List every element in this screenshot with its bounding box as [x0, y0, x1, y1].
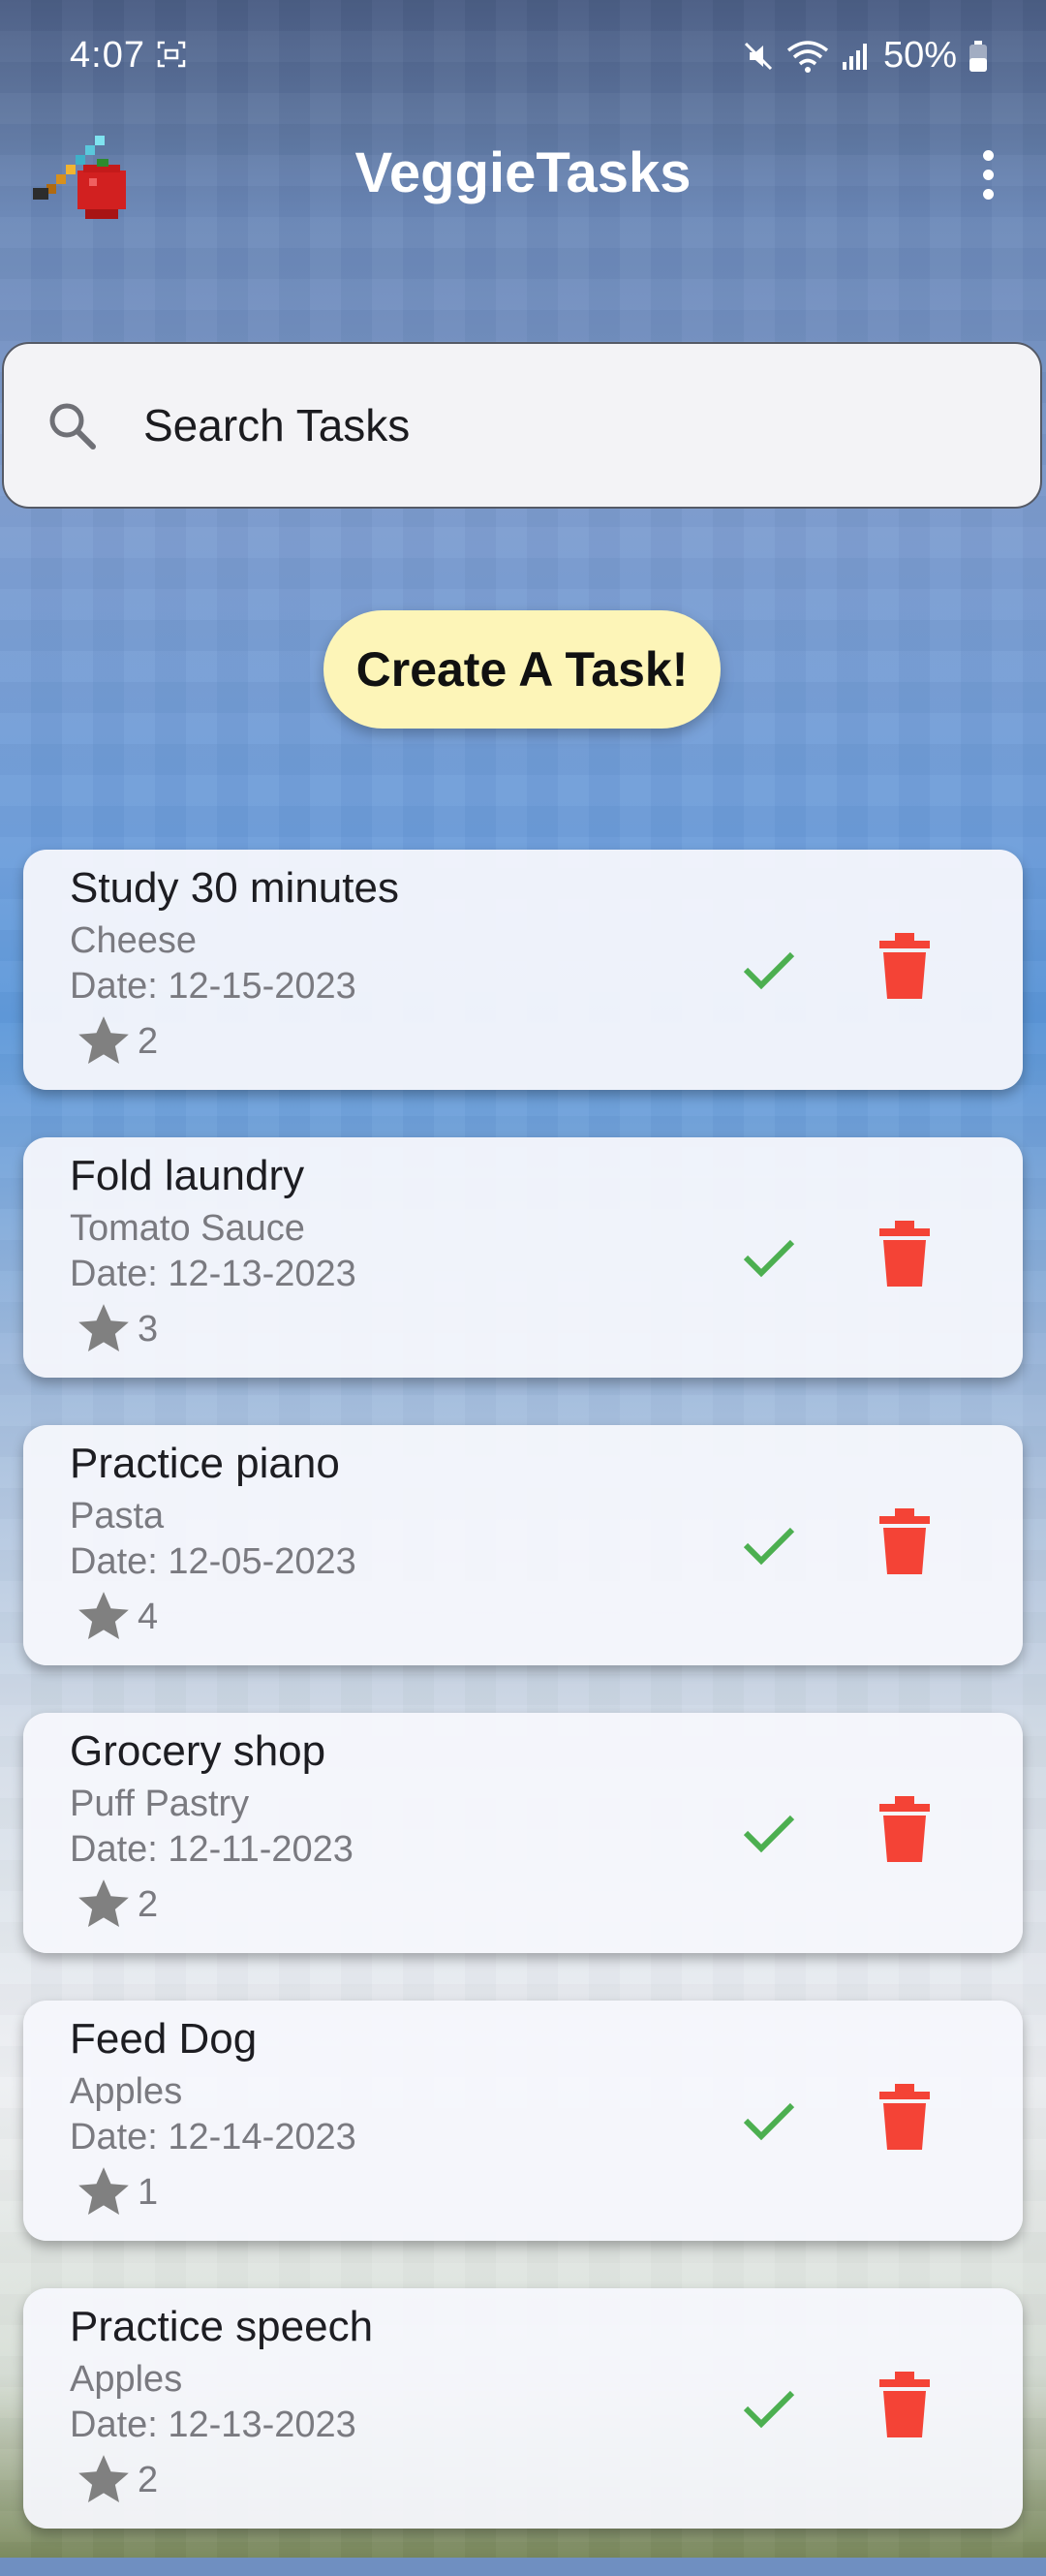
app-title: VeggieTasks — [354, 141, 692, 204]
battery-percent: 50% — [882, 35, 957, 76]
priority-value: 2 — [138, 1883, 159, 1925]
more-options-button[interactable] — [969, 140, 1007, 208]
battery-icon — [969, 40, 987, 72]
task-ingredient: Apples — [70, 2071, 183, 2112]
task-date: Date: 12-14-2023 — [70, 2117, 356, 2157]
wifi-icon — [786, 40, 829, 73]
complete-check-icon[interactable] — [734, 935, 802, 1003]
priority-value: 2 — [138, 1020, 159, 1062]
task-card[interactable]: Practice piano Pasta Date: 12-05-2023 4 — [23, 1425, 1023, 1665]
task-priority: 2 — [74, 2451, 158, 2509]
more-vert-icon — [982, 149, 994, 161]
task-date: Date: 12-05-2023 — [70, 1541, 356, 1582]
star-icon — [78, 1592, 129, 1639]
star-icon — [78, 2167, 129, 2215]
star-icon — [78, 2455, 129, 2502]
search-bar[interactable] — [2, 342, 1042, 509]
priority-value: 4 — [138, 1596, 159, 1637]
complete-check-icon[interactable] — [734, 2086, 802, 2154]
task-card[interactable]: Feed Dog Apples Date: 12-14-2023 1 — [23, 2001, 1023, 2241]
delete-trash-icon[interactable] — [879, 2372, 930, 2437]
task-priority: 1 — [74, 2163, 158, 2221]
create-task-button[interactable]: Create A Task! — [323, 610, 721, 729]
task-title: Grocery shop — [70, 1727, 326, 1775]
status-bar: 4:07 50% — [0, 0, 1046, 92]
task-ingredient: Cheese — [70, 920, 197, 961]
task-date: Date: 12-13-2023 — [70, 2405, 356, 2445]
star-icon — [78, 1304, 129, 1351]
task-list: Study 30 minutes Cheese Date: 12-15-2023… — [23, 850, 1023, 2576]
mute-icon — [744, 42, 772, 70]
task-title: Study 30 minutes — [70, 864, 399, 912]
star-icon — [78, 1879, 129, 1927]
task-priority: 3 — [74, 1300, 158, 1358]
delete-trash-icon[interactable] — [879, 1508, 930, 1574]
task-ingredient: Tomato Sauce — [70, 1208, 305, 1249]
task-title: Practice piano — [70, 1440, 340, 1487]
task-card[interactable]: Grocery shop Puff Pastry Date: 12-11-202… — [23, 1713, 1023, 1953]
task-title: Feed Dog — [70, 2015, 258, 2063]
status-icons: 50% — [742, 35, 988, 77]
delete-trash-icon[interactable] — [879, 1221, 930, 1287]
star-icon — [78, 1016, 129, 1064]
delete-trash-icon[interactable] — [879, 933, 930, 999]
status-time: 4:07 — [70, 35, 145, 76]
complete-check-icon[interactable] — [734, 1510, 802, 1578]
task-ingredient: Apples — [70, 2359, 183, 2400]
search-icon — [49, 403, 96, 450]
task-card[interactable]: Practice speech Apples Date: 12-13-2023 … — [23, 2288, 1023, 2529]
task-ingredient: Pasta — [70, 1496, 165, 1536]
task-priority: 2 — [74, 1012, 158, 1071]
screen-record-icon — [157, 41, 186, 68]
complete-check-icon[interactable] — [734, 1223, 802, 1290]
app-bar: VeggieTasks — [0, 107, 1046, 242]
task-title: Practice speech — [70, 2303, 374, 2350]
task-priority: 4 — [74, 1588, 158, 1646]
priority-value: 2 — [138, 2459, 159, 2500]
task-date: Date: 12-11-2023 — [70, 1829, 354, 1870]
task-title: Fold laundry — [70, 1152, 305, 1199]
delete-trash-icon[interactable] — [879, 1796, 930, 1862]
complete-check-icon[interactable] — [734, 2374, 802, 2441]
delete-trash-icon[interactable] — [879, 2084, 930, 2150]
task-date: Date: 12-15-2023 — [70, 966, 356, 1007]
priority-value: 1 — [138, 2171, 159, 2213]
priority-value: 3 — [138, 1308, 159, 1350]
task-card[interactable]: Study 30 minutes Cheese Date: 12-15-2023… — [23, 850, 1023, 1090]
task-ingredient: Puff Pastry — [70, 1784, 250, 1824]
task-priority: 2 — [74, 1876, 158, 1934]
signal-icon — [842, 43, 867, 70]
task-date: Date: 12-13-2023 — [70, 1254, 356, 1294]
task-card[interactable]: Fold laundry Tomato Sauce Date: 12-13-20… — [23, 1137, 1023, 1378]
search-input[interactable] — [141, 398, 920, 452]
complete-check-icon[interactable] — [734, 1798, 802, 1866]
